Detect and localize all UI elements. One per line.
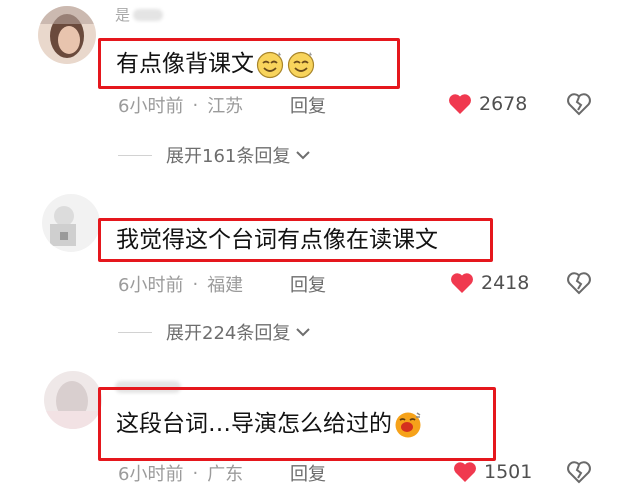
broken-heart-icon[interactable]	[566, 459, 592, 485]
comment-text: 我觉得这个台词有点像在读课文	[116, 227, 438, 253]
highlight-box: 这段台词…导演怎么给过的	[98, 387, 496, 461]
username-blur	[133, 9, 163, 21]
avatar[interactable]	[42, 194, 100, 252]
divider-line	[118, 154, 152, 156]
broken-heart-icon[interactable]	[566, 270, 592, 296]
comment-item: 这段台词…导演怎么给过的 6小时前 · 广东 回复 1501	[0, 355, 640, 501]
separator: ·	[192, 273, 199, 295]
expand-replies-button[interactable]: 展开224条回复	[118, 319, 311, 345]
like-count: 2418	[481, 272, 530, 294]
highlight-box: 我觉得这个台词有点像在读课文	[98, 218, 493, 262]
smirk-emoji-icon	[287, 51, 315, 78]
divider-line	[118, 331, 152, 333]
smirk-emoji-icon	[256, 51, 284, 78]
separator: ·	[192, 94, 199, 116]
like-button[interactable]: 2418	[449, 271, 529, 295]
chevron-down-icon	[296, 328, 311, 337]
expand-label: 展开224条回复	[166, 323, 291, 344]
chevron-down-icon	[296, 151, 311, 160]
location: 福建	[207, 275, 244, 296]
location: 江苏	[207, 96, 244, 117]
heart-icon	[454, 462, 476, 482]
reply-button[interactable]: 回复	[290, 92, 326, 118]
like-count: 1501	[484, 461, 533, 483]
broken-heart-icon[interactable]	[566, 91, 592, 117]
comment-meta: 6小时前 · 广东	[118, 460, 243, 486]
separator: ·	[192, 462, 199, 484]
heart-icon	[451, 273, 473, 293]
username[interactable]: 是	[115, 7, 130, 23]
timestamp: 6小时前	[118, 96, 184, 117]
comment-text: 这段台词…导演怎么给过的	[116, 411, 392, 437]
avatar[interactable]	[38, 6, 96, 64]
comment-meta: 6小时前 · 江苏	[118, 92, 243, 118]
like-count: 2678	[479, 93, 528, 115]
location: 广东	[207, 464, 244, 485]
highlight-box: 有点像背课文	[98, 38, 400, 89]
like-button[interactable]: 1501	[452, 460, 532, 484]
timestamp: 6小时前	[118, 275, 184, 296]
avatar[interactable]	[44, 371, 102, 429]
comment-item: 是 有点像背课文 6小时前 · 江苏 回复 2678 展开161条回复	[0, 0, 640, 175]
like-button[interactable]: 2678	[447, 92, 527, 116]
reply-button[interactable]: 回复	[290, 460, 326, 486]
expand-replies-button[interactable]: 展开161条回复	[118, 142, 311, 168]
yawn-emoji-icon	[395, 412, 421, 438]
expand-label: 展开161条回复	[166, 146, 291, 167]
comment-text: 有点像背课文	[116, 50, 254, 77]
heart-icon	[449, 94, 471, 114]
reply-button[interactable]: 回复	[290, 271, 326, 297]
comment-meta: 6小时前 · 福建	[118, 271, 243, 297]
timestamp: 6小时前	[118, 464, 184, 485]
comment-item: 我觉得这个台词有点像在读课文 6小时前 · 福建 回复 2418 展开224条回…	[0, 175, 640, 355]
